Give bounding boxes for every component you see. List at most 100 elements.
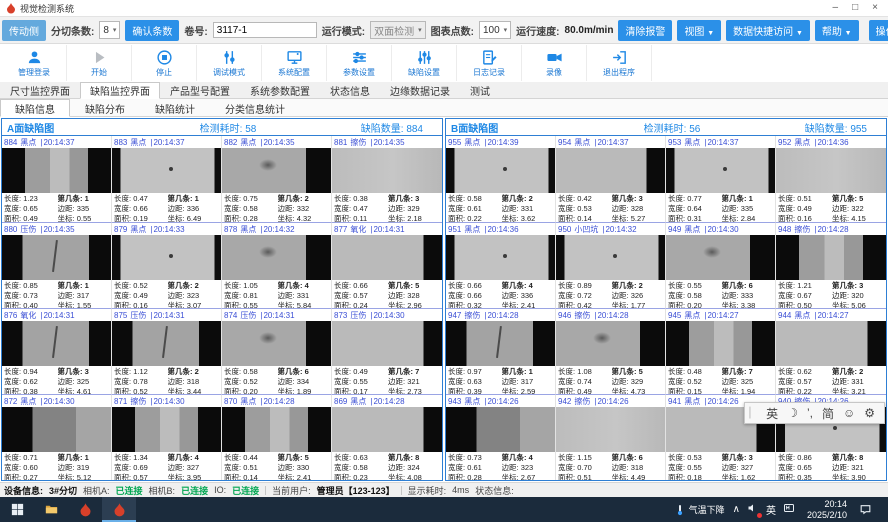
defect-thumbnail[interactable] [2, 148, 111, 193]
weather-widget[interactable]: 气温下降 [674, 503, 725, 517]
defect-cell[interactable]: 880压伤|20:14:35长度: 0.85宽度: 0.73面积: 0.40米数… [2, 222, 112, 308]
defect-thumbnail[interactable] [2, 407, 111, 452]
gear-icon[interactable]: ⚙ [864, 406, 875, 420]
defect-thumbnail[interactable] [222, 407, 331, 452]
defect-cell[interactable]: 876氧化|20:14:31长度: 0.94宽度: 0.62面积: 0.38米数… [2, 308, 112, 394]
defect-cell[interactable]: 878黑点|20:14:32长度: 1.05宽度: 0.81面积: 0.55米数… [222, 222, 332, 308]
defect-thumbnail[interactable] [556, 407, 665, 452]
tab-main-5[interactable]: 边缘数据记录 [380, 82, 460, 98]
defect-cell[interactable]: 872黑点|20:14:30长度: 0.71宽度: 0.60面积: 0.27米数… [2, 394, 112, 480]
action-defect-sliders-button[interactable]: 缺陷设置 [392, 45, 457, 81]
tab-main-6[interactable]: 测试 [460, 82, 500, 98]
action-params-sliders-button[interactable]: 参数设置 [327, 45, 392, 81]
maximize-button[interactable]: □ [852, 3, 858, 13]
defect-thumbnail[interactable] [112, 407, 221, 452]
defect-thumbnail[interactable] [446, 407, 555, 452]
defect-cell[interactable]: 883黑点|20:14:37长度: 0.47宽度: 0.66面积: 0.19米数… [112, 136, 222, 222]
close-button[interactable]: × [872, 3, 878, 13]
defect-thumbnail[interactable] [222, 235, 331, 280]
action-journal-button[interactable]: 日志记录 [457, 45, 522, 81]
defect-cell[interactable]: 945黑点|20:14:27长度: 0.48宽度: 0.52面积: 0.15米数… [666, 308, 776, 394]
tab-sub-2[interactable]: 缺陷统计 [140, 99, 210, 116]
defect-cell[interactable]: 943黑点|20:14:26长度: 0.73宽度: 0.61面积: 0.28米数… [446, 394, 556, 480]
defect-cell[interactable]: 954黑点|20:14:37长度: 0.42宽度: 0.53面积: 0.14米数… [556, 136, 666, 222]
defect-cell[interactable]: 951黑点|20:14:36长度: 0.66宽度: 0.66面积: 0.32米数… [446, 222, 556, 308]
action-debug-sliders-button[interactable]: 调试模式 [197, 45, 262, 81]
tab-sub-1[interactable]: 缺陷分布 [70, 99, 140, 116]
drag-handle-icon[interactable]: ▏ [749, 408, 757, 419]
roll-number-input[interactable] [213, 22, 317, 38]
defect-cell[interactable]: 950小凹坑|20:14:32长度: 0.89宽度: 0.72面积: 0.42米… [556, 222, 666, 308]
defect-cell[interactable]: 874压伤|20:14:31长度: 0.58宽度: 0.52面积: 0.20米数… [222, 308, 332, 394]
defect-thumbnail[interactable] [112, 321, 221, 366]
language-indicator[interactable]: 英 [766, 502, 776, 517]
defect-cell[interactable]: 952黑点|20:14:36长度: 0.51宽度: 0.49面积: 0.16米数… [776, 136, 886, 222]
defect-thumbnail[interactable] [556, 321, 665, 366]
run-mode-select[interactable]: 双面检测 ▾ [370, 21, 426, 39]
defect-cell[interactable]: 946擦伤|20:14:28长度: 1.08宽度: 0.74面积: 0.49米数… [556, 308, 666, 394]
taskbar-app-flame-icon[interactable] [68, 497, 102, 522]
defect-cell[interactable]: 953黑点|20:14:37长度: 0.77宽度: 0.64面积: 0.31米数… [666, 136, 776, 222]
defect-cell[interactable]: 955黑点|20:14:39长度: 0.58宽度: 0.61面积: 0.22米数… [446, 136, 556, 222]
file-explorer-icon[interactable] [34, 497, 68, 522]
defect-cell[interactable]: 884黑点|20:14:37长度: 1.23宽度: 0.65面积: 0.49米数… [2, 136, 112, 222]
defect-thumbnail[interactable] [222, 148, 331, 193]
drive-side-button[interactable]: 传动侧 [2, 20, 46, 41]
defect-thumbnail[interactable] [666, 321, 775, 366]
defect-cell[interactable]: 869黑点|20:14:28长度: 0.63宽度: 0.58面积: 0.23米数… [332, 394, 442, 480]
tab-sub-0[interactable]: 缺陷信息 [0, 99, 70, 117]
defect-thumbnail[interactable] [776, 321, 886, 366]
clock[interactable]: 20:14 2025/2/10 [803, 499, 851, 520]
ime-language-bar[interactable]: ▏ 英 ☽ ’, 简 ☺ ⚙ [744, 402, 885, 424]
tab-main-4[interactable]: 状态信息 [320, 82, 380, 98]
defect-thumbnail[interactable] [556, 148, 665, 193]
defect-thumbnail[interactable] [446, 235, 555, 280]
start-button[interactable] [0, 497, 34, 522]
action-user-button[interactable]: 管理登录 [2, 45, 67, 81]
defect-thumbnail[interactable] [776, 235, 886, 280]
defect-thumbnail[interactable] [666, 148, 775, 193]
ime-english-toggle[interactable]: 英 [766, 405, 778, 422]
tray-expand-caret[interactable]: ∧ [733, 504, 740, 515]
defect-cell[interactable]: 882黑点|20:14:35长度: 0.75宽度: 0.58面积: 0.28米数… [222, 136, 332, 222]
clear-alarm-button[interactable]: 清除报警 [618, 20, 672, 41]
emoji-icon[interactable]: ☺ [843, 406, 855, 420]
defect-thumbnail[interactable] [446, 321, 555, 366]
ime-mode-icon[interactable] [783, 502, 795, 517]
tab-main-3[interactable]: 系统参数配置 [240, 82, 320, 98]
defect-thumbnail[interactable] [112, 148, 221, 193]
defect-cell[interactable]: 942擦伤|20:14:26长度: 1.15宽度: 0.70面积: 0.51米数… [556, 394, 666, 480]
action-camera-button[interactable]: 录像 [522, 45, 587, 81]
defect-thumbnail[interactable] [2, 321, 111, 366]
tab-main-2[interactable]: 产品型号配置 [160, 82, 240, 98]
defect-thumbnail[interactable] [556, 235, 665, 280]
defect-cell[interactable]: 879黑点|20:14:33长度: 0.52宽度: 0.49面积: 0.16米数… [112, 222, 222, 308]
taskbar-app-flame-icon-active[interactable] [102, 497, 136, 522]
tab-sub-3[interactable]: 分类信息统计 [210, 99, 300, 116]
defect-thumbnail[interactable] [332, 235, 442, 280]
defect-thumbnail[interactable] [332, 321, 442, 366]
view-menu-button[interactable]: 视图 ▼ [677, 20, 721, 41]
defect-thumbnail[interactable] [112, 235, 221, 280]
minimize-button[interactable]: – [833, 3, 839, 13]
volume-icon[interactable] [747, 502, 759, 517]
defect-thumbnail[interactable] [2, 235, 111, 280]
action-center-icon[interactable] [859, 503, 872, 516]
defect-thumbnail[interactable] [332, 407, 442, 452]
defect-thumbnail[interactable] [222, 321, 331, 366]
slit-count-select[interactable]: 8 ▾ [99, 21, 120, 39]
chart-points-select[interactable]: 100 ▾ [479, 21, 511, 39]
tab-main-0[interactable]: 尺寸监控界面 [0, 82, 80, 98]
moon-icon[interactable]: ☽ [787, 406, 798, 420]
defect-thumbnail[interactable] [776, 148, 886, 193]
defect-thumbnail[interactable] [446, 148, 555, 193]
action-play-button[interactable]: 开始 [67, 45, 132, 81]
data-quick-access-menu-button[interactable]: 数据快捷访问 ▼ [726, 20, 810, 41]
defect-cell[interactable]: 873压伤|20:14:30长度: 0.49宽度: 0.55面积: 0.17米数… [332, 308, 442, 394]
defect-cell[interactable]: 944黑点|20:14:27长度: 0.62宽度: 0.57面积: 0.22米数… [776, 308, 886, 394]
defect-cell[interactable]: 870黑点|20:14:28长度: 0.44宽度: 0.51面积: 0.14米数… [222, 394, 332, 480]
help-menu-button[interactable]: 帮助 ▼ [815, 20, 859, 41]
operator-side-button[interactable]: 操作侧 [869, 20, 888, 41]
defect-thumbnail[interactable] [666, 235, 775, 280]
action-stop-button[interactable]: 停止 [132, 45, 197, 81]
